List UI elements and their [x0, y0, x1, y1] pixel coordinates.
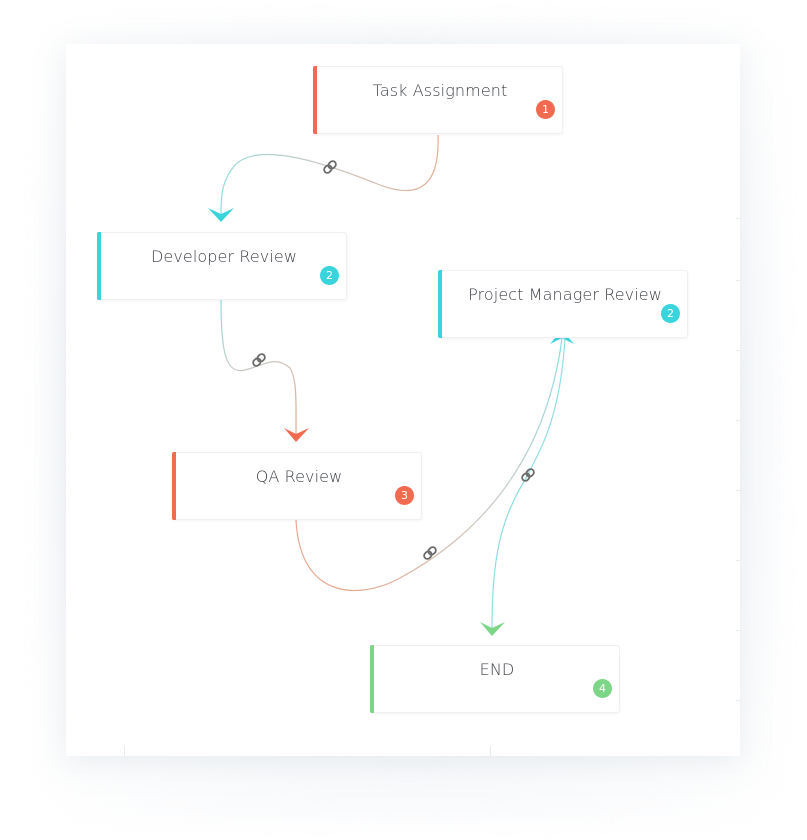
node-color-bar — [313, 66, 317, 134]
step-badge: 3 — [395, 486, 414, 505]
node-qa-review[interactable]: QA Review 3 — [172, 452, 422, 520]
canvas-tick — [736, 280, 740, 281]
node-end[interactable]: END 4 — [370, 645, 620, 713]
node-color-bar — [172, 452, 176, 520]
canvas-tick — [736, 218, 740, 219]
node-title: Project Manager Review — [468, 285, 662, 304]
node-title: END — [479, 660, 515, 679]
canvas-tick — [490, 746, 491, 756]
node-color-bar — [97, 232, 101, 300]
node-developer-review[interactable]: Developer Review 2 — [97, 232, 347, 300]
node-color-bar — [370, 645, 374, 713]
node-title: Developer Review — [150, 247, 298, 266]
node-title: Task Assignment — [372, 81, 508, 100]
canvas-tick — [736, 700, 740, 701]
node-color-bar — [438, 270, 442, 338]
node-task-assignment[interactable]: Task Assignment 1 — [313, 66, 563, 134]
canvas-tick — [124, 746, 125, 756]
node-project-manager-review[interactable]: Project Manager Review 2 — [438, 270, 688, 338]
workflow-page: Task Assignment 1 Developer Review 2 Pro… — [0, 0, 807, 840]
step-badge: 2 — [661, 304, 680, 323]
canvas-tick — [736, 630, 740, 631]
node-title: QA Review — [255, 467, 343, 486]
canvas-tick — [736, 560, 740, 561]
canvas-tick — [736, 420, 740, 421]
canvas-tick — [736, 350, 740, 351]
step-badge: 4 — [593, 679, 612, 698]
step-badge: 2 — [320, 266, 339, 285]
step-badge: 1 — [536, 100, 555, 119]
canvas-tick — [736, 490, 740, 491]
